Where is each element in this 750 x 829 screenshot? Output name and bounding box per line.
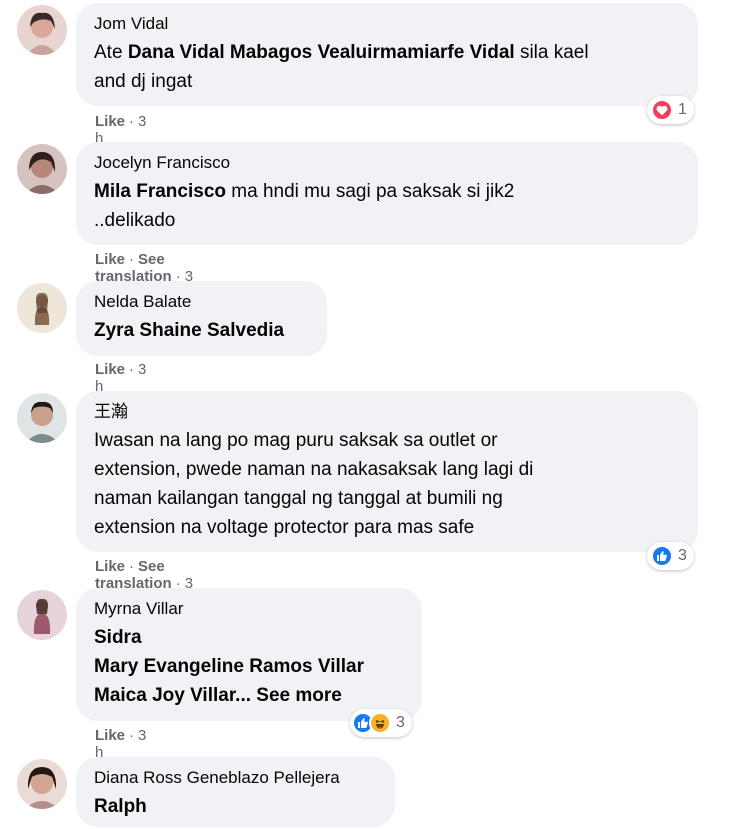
like-icon <box>651 545 673 567</box>
avatar[interactable] <box>17 5 67 55</box>
like-button[interactable]: Like <box>95 727 125 744</box>
avatar[interactable] <box>17 393 67 443</box>
reaction-summary[interactable]: 3 <box>350 709 412 737</box>
like-button[interactable]: Like <box>95 113 125 130</box>
reaction-summary[interactable]: 3 <box>647 542 694 570</box>
mention-link[interactable]: Dana Vidal Mabagos Vealuirmamiarfe Vidal <box>128 42 515 63</box>
comment-text-line: extension, pwede naman na nakasaksak lan… <box>94 459 534 480</box>
mention-link[interactable]: Sidra <box>94 627 142 648</box>
comment-bubble: 王瀚 Iwasan na lang po mag puru saksak sa … <box>76 391 698 552</box>
mention-link[interactable]: Mary Evangeline Ramos Villar <box>94 656 364 677</box>
separator-dot: · <box>129 727 135 744</box>
comment-text: Ate Dana Vidal Mabagos Vealuirmamiarfe V… <box>94 38 681 96</box>
comment-bubble: Diana Ross Geneblazo Pellejera Ralph <box>76 757 395 827</box>
comment-text: Ralph <box>94 792 378 821</box>
mention-link[interactable]: Zyra Shaine Salvedia <box>94 320 284 341</box>
mention-link[interactable]: Mila Francisco <box>94 181 226 202</box>
comment-text-line: extension na voltage protector para mas … <box>94 517 475 538</box>
reaction-count: 3 <box>678 547 687 564</box>
avatar[interactable] <box>17 590 67 640</box>
avatar[interactable] <box>17 759 67 809</box>
comment-author[interactable]: Diana Ross Geneblazo Pellejera <box>94 767 378 788</box>
see-more-button[interactable]: See more <box>251 685 342 706</box>
comment-text: Iwasan na lang po mag puru saksak sa out… <box>94 426 681 542</box>
comment-text-line: and dj ingat <box>94 71 193 92</box>
separator-dot: · <box>129 361 135 378</box>
comment-text-suffix: ma hndi mu sagi pa saksak si jik2 <box>226 181 515 202</box>
mention-link[interactable]: Ralph <box>94 796 147 817</box>
comment-text-line: Iwasan na lang po mag puru saksak sa out… <box>94 430 498 451</box>
reaction-count: 3 <box>396 714 405 731</box>
comment-text-line: ..delikado <box>94 210 176 231</box>
reaction-count: 1 <box>678 101 687 118</box>
like-button[interactable]: Like <box>95 558 125 575</box>
avatar[interactable] <box>17 283 67 333</box>
separator-dot: · <box>129 558 135 575</box>
comment-author[interactable]: Jocelyn Francisco <box>94 152 681 173</box>
comment-bubble: Jom Vidal Ate Dana Vidal Mabagos Vealuir… <box>76 3 698 106</box>
comment-author[interactable]: Myrna Villar <box>94 598 405 619</box>
mention-link[interactable]: Maica Joy Villar... <box>94 685 251 706</box>
separator-dot: · <box>129 251 135 268</box>
comment-text-suffix: sila kael <box>514 42 589 63</box>
comment-text-line: naman kailangan tanggal ng tanggal at bu… <box>94 488 503 509</box>
comment-actions: Like · 3 h <box>95 361 146 395</box>
separator-dot: · <box>129 113 135 130</box>
comment-author[interactable]: Jom Vidal <box>94 13 681 34</box>
comment-text: Mila Francisco ma hndi mu sagi pa saksak… <box>94 177 681 235</box>
comment-bubble: Nelda Balate Zyra Shaine Salvedia <box>76 281 327 356</box>
reaction-summary[interactable]: 1 <box>647 96 694 124</box>
comment-bubble: Jocelyn Francisco Mila Francisco ma hndi… <box>76 142 698 245</box>
comment-text-prefix: Ate <box>94 42 128 63</box>
haha-icon <box>369 712 391 734</box>
like-button[interactable]: Like <box>95 361 125 378</box>
like-button[interactable]: Like <box>95 251 125 268</box>
comment-text: Sidra Mary Evangeline Ramos Villar Maica… <box>94 623 405 710</box>
comment-bubble: Myrna Villar Sidra Mary Evangeline Ramos… <box>76 588 422 721</box>
avatar[interactable] <box>17 144 67 194</box>
heart-icon <box>651 99 673 121</box>
comment-author[interactable]: 王瀚 <box>94 401 681 422</box>
comment-text: Zyra Shaine Salvedia <box>94 316 310 345</box>
comment-author[interactable]: Nelda Balate <box>94 291 310 312</box>
comment-actions: Like · 3 h <box>95 727 146 761</box>
